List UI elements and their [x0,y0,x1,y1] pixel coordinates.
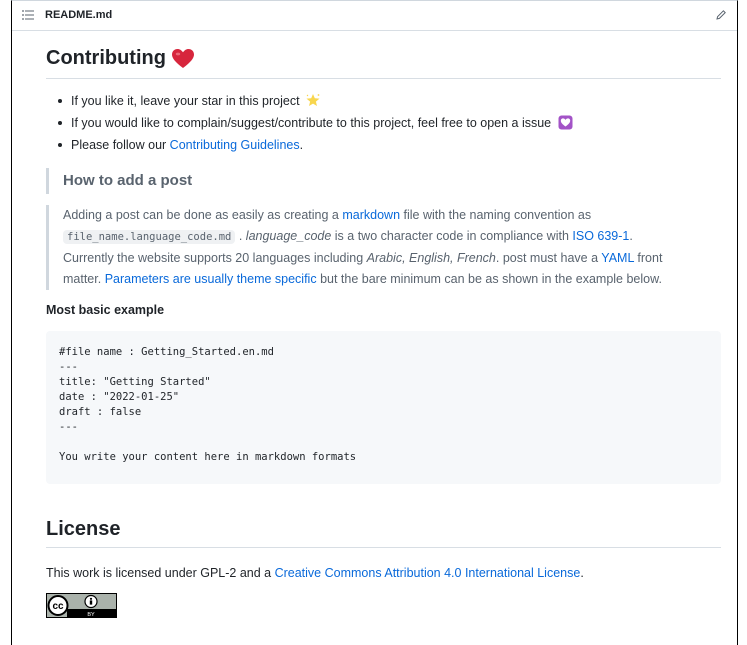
how-to-add-post-heading: How to add a post [46,168,721,194]
contributing-heading: Contributing [46,47,166,69]
license-heading-row: License [46,518,721,548]
cc-badge-label: BY [87,612,95,617]
cc-by-logo: cc BY [47,594,116,618]
how-to-add-post-blockquote: Adding a post can be done as easily as c… [46,205,721,290]
markdown-link[interactable]: markdown [342,208,400,222]
outline-list-icon[interactable] [22,9,34,21]
contributing-list: If you like it, leave your star in this … [46,91,573,157]
license-paragraph: This work is licensed under GPL-2 and a … [46,566,584,580]
cc-by-badge[interactable]: cc BY [46,593,117,618]
heart-icon [171,48,194,68]
readme-panel: README.md Contributing If you like it, l… [11,0,738,645]
pencil-icon[interactable] [715,9,727,21]
license-heading: License [46,518,121,540]
file-header: README.md [12,1,737,31]
yaml-link[interactable]: YAML [601,251,634,265]
inline-code: file_name.language_code.md [63,230,236,244]
list-item: If you like it, leave your star in this … [46,91,573,113]
heart-box-icon [558,115,573,130]
parameters-link[interactable]: Parameters are usually theme specific [105,272,317,286]
most-basic-example-heading: Most basic example [46,303,165,317]
creative-commons-link[interactable]: Creative Commons Attribution 4.0 Interna… [275,566,581,580]
file-name: README.md [45,9,113,21]
list-item: Please follow our Contributing Guideline… [46,135,573,157]
star-icon [306,94,320,106]
iso-639-1-link[interactable]: ISO 639-1 [572,229,629,243]
code-block: #file name : Getting_Started.en.md --- t… [46,331,721,484]
contributing-guidelines-link[interactable]: Contributing Guidelines [170,138,300,152]
list-item: If you would like to complain/suggest/co… [46,113,573,135]
contributing-heading-row: Contributing [46,47,721,79]
svg-text:cc: cc [52,601,64,612]
